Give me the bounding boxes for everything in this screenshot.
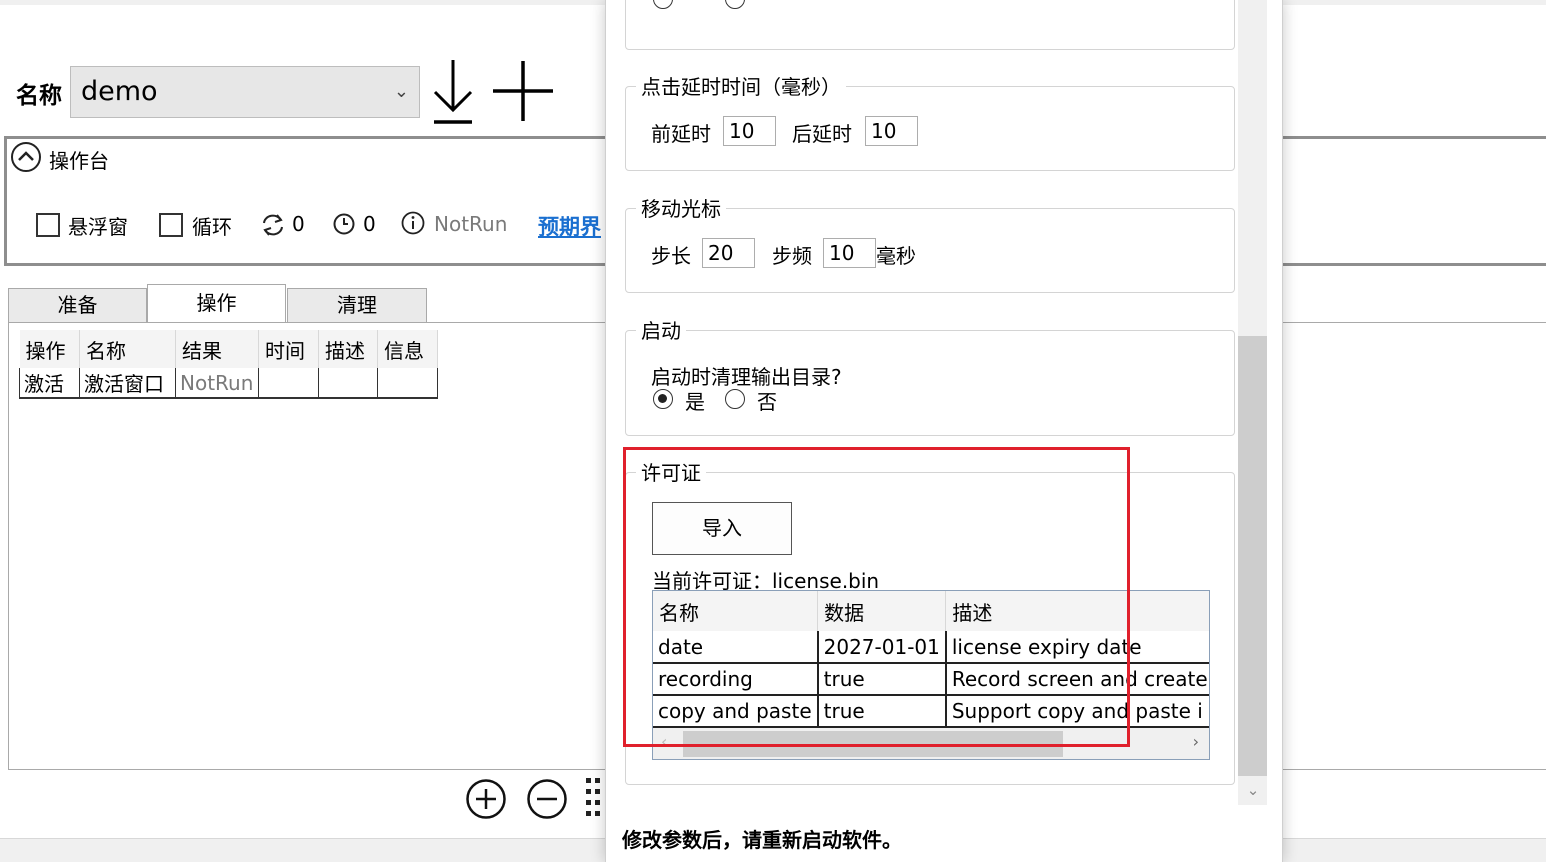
- radio-cropped-no[interactable]: [725, 0, 745, 9]
- operation-grid[interactable]: 操作 名称 结果 时间 描述 信息 激活 激活窗口 NotRun: [19, 330, 438, 399]
- name-select[interactable]: demo ⌄: [70, 66, 420, 118]
- column-header[interactable]: 时间: [258, 330, 319, 368]
- step-frequency-input[interactable]: 10: [823, 238, 876, 268]
- radio-cropped-yes[interactable]: [653, 0, 673, 9]
- float-window-label: 悬浮窗: [68, 215, 128, 239]
- run-status: NotRun: [434, 212, 508, 236]
- clock-icon: [333, 213, 355, 235]
- list-icon[interactable]: [585, 776, 607, 820]
- move-cursor-group: 移动光标 步长 20 步频 10 毫秒: [625, 193, 1235, 293]
- tab-prepare[interactable]: 准备: [8, 288, 147, 323]
- info-icon: [401, 211, 425, 235]
- table-cell[interactable]: [318, 368, 378, 399]
- post-delay-label: 后延时: [792, 122, 852, 146]
- download-icon[interactable]: [431, 58, 475, 126]
- clear-output-question: 启动时清理输出目录?: [651, 365, 842, 389]
- table-cell[interactable]: 激活窗口: [79, 368, 176, 399]
- pre-delay-label: 前延时: [651, 122, 711, 146]
- clear-output-yes-radio[interactable]: [653, 389, 673, 409]
- chevron-right-icon[interactable]: ›: [1193, 732, 1199, 751]
- step-frequency-unit: 毫秒: [876, 244, 916, 268]
- step-length-label: 步长: [651, 244, 691, 268]
- pre-delay-input[interactable]: 10: [723, 116, 776, 146]
- chevron-up-circle-icon[interactable]: [10, 141, 42, 173]
- clear-output-no-label: 否: [757, 390, 777, 414]
- post-delay-input[interactable]: 10: [865, 116, 918, 146]
- table-row[interactable]: 激活 激活窗口 NotRun: [19, 368, 438, 399]
- timer-count: 0: [363, 212, 376, 236]
- step-frequency-label: 步频: [772, 244, 812, 268]
- startup-title: 启动: [636, 315, 686, 344]
- table-cell[interactable]: [377, 368, 438, 399]
- column-header[interactable]: 结果: [175, 330, 259, 368]
- loop-label: 循环: [192, 215, 232, 239]
- plus-icon[interactable]: [491, 59, 555, 123]
- startup-group: 启动 启动时清理输出目录? 是 否: [625, 315, 1235, 436]
- move-cursor-title: 移动光标: [636, 193, 726, 222]
- chevron-down-icon: ⌄: [393, 81, 409, 102]
- table-header-row: 操作 名称 结果 时间 描述 信息: [19, 330, 438, 368]
- expected-ui-link[interactable]: 预期界: [538, 211, 601, 241]
- repeat-count: 0: [292, 212, 305, 236]
- column-header[interactable]: 操作: [19, 330, 80, 368]
- loop-checkbox[interactable]: [159, 213, 183, 237]
- clear-output-yes-label: 是: [685, 390, 705, 414]
- column-header[interactable]: 名称: [79, 330, 176, 368]
- table-cell[interactable]: NotRun: [175, 368, 259, 399]
- float-window-checkbox[interactable]: [36, 213, 60, 237]
- repeat-icon: [263, 214, 283, 236]
- name-select-value: demo: [81, 76, 158, 107]
- remove-circle-icon[interactable]: [527, 779, 567, 819]
- restart-notice: 修改参数后，请重新启动软件。: [622, 828, 902, 852]
- name-label: 名称: [16, 83, 62, 109]
- click-delay-group: 点击延时时间（毫秒） 前延时 10 后延时 10: [625, 71, 1235, 171]
- column-header[interactable]: 信息: [377, 330, 438, 368]
- click-delay-title: 点击延时时间（毫秒）: [636, 71, 846, 100]
- table-cell[interactable]: 激活: [19, 368, 80, 399]
- console-title: 操作台: [49, 149, 109, 173]
- clear-output-no-radio[interactable]: [725, 389, 745, 409]
- tab-cleanup[interactable]: 清理: [287, 288, 427, 323]
- vscroll-thumb[interactable]: [1238, 336, 1267, 776]
- step-length-input[interactable]: 20: [702, 238, 755, 268]
- tab-operate[interactable]: 操作: [147, 284, 286, 323]
- highlight-annotation-box: [623, 447, 1130, 747]
- column-header[interactable]: 描述: [318, 330, 378, 368]
- top-cropped-group: [625, 0, 1235, 50]
- chevron-down-icon[interactable]: ⌄: [1243, 778, 1263, 802]
- table-cell[interactable]: [258, 368, 319, 399]
- add-circle-icon[interactable]: [466, 779, 506, 819]
